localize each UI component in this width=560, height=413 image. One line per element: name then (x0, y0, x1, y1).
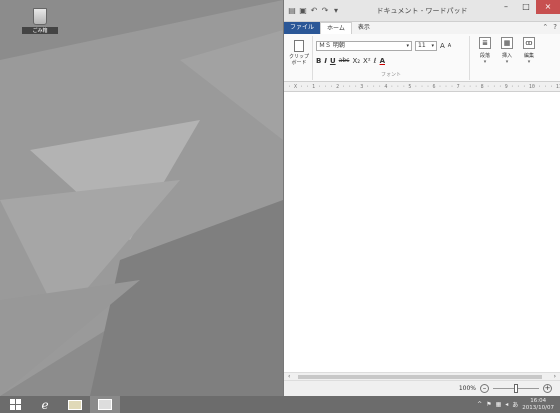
paste-icon (294, 40, 304, 52)
edit-button[interactable]: ꝏ 編集 ▾ (520, 37, 538, 65)
insert-label: 挿入 (501, 53, 512, 59)
ribbon: クリップ ボード ＭＳ 明朝 ▾ 11 ▾ A A B I U abc X₂ X² (284, 34, 560, 82)
wordpad-icon (98, 399, 112, 410)
windows-logo-icon (9, 399, 21, 410)
chevron-down-icon: ▾ (483, 59, 487, 65)
italic-button[interactable]: I (324, 57, 327, 65)
file-explorer-button[interactable] (60, 396, 90, 413)
clipboard-label: クリップ ボード (288, 54, 309, 66)
zoom-slider-knob[interactable] (514, 384, 518, 393)
font-size-select[interactable]: 11 ▾ (415, 40, 437, 51)
ribbon-tabs: ファイル ホーム 表示 ⌃ ? (284, 22, 560, 34)
flag-icon[interactable]: ⚑ (486, 401, 491, 408)
subscript-button[interactable]: X₂ (352, 57, 360, 65)
chevron-down-icon: ▾ (431, 42, 434, 49)
font-name-select[interactable]: ＭＳ 明朝 ▾ (316, 40, 412, 51)
underline-button[interactable]: U (330, 57, 336, 65)
binoculars-icon: ꝏ (523, 37, 535, 49)
maximize-button[interactable]: □ (516, 0, 536, 14)
bold-button[interactable]: B (316, 57, 321, 65)
internet-explorer-icon: e (41, 397, 49, 412)
clock[interactable]: 16:04 2013/10/07 (522, 398, 554, 412)
scroll-thumb[interactable] (298, 375, 542, 379)
edit-label: 編集 (523, 53, 534, 59)
tab-view[interactable]: 表示 (352, 22, 376, 34)
font-group: ＭＳ 明朝 ▾ 11 ▾ A A B I U abc X₂ X² ℓ A フォント (312, 36, 470, 80)
font-color-button[interactable]: A (380, 57, 385, 65)
show-hidden-icons[interactable]: ^ (477, 401, 482, 408)
window-controls: – □ × (496, 0, 560, 14)
status-bar: 100% – + (284, 380, 560, 396)
ribbon-right-groups: ≣ 段落 ▾ ▦ 挿入 ▾ ꝏ 編集 ▾ (470, 37, 538, 65)
shrink-font-button[interactable]: A (448, 43, 451, 49)
highlight-button[interactable]: ℓ (374, 57, 377, 65)
paragraph-icon: ≣ (479, 37, 491, 49)
zoom-control: 100% – + (459, 384, 552, 393)
network-icon[interactable]: ▦ (496, 401, 502, 408)
trash-icon (33, 8, 47, 25)
zoom-slider[interactable] (493, 384, 539, 393)
chevron-down-icon: ▾ (527, 59, 531, 65)
tab-home[interactable]: ホーム (320, 22, 352, 34)
tab-file[interactable]: ファイル (284, 22, 321, 34)
collapse-ribbon-icon[interactable]: ⌃ (542, 23, 548, 31)
folder-icon (68, 399, 82, 410)
recycle-bin-icon[interactable]: ごみ箱 (22, 8, 58, 34)
close-button[interactable]: × (536, 0, 560, 14)
help-icon[interactable]: ? (553, 23, 557, 31)
paragraph-button[interactable]: ≣ 段落 ▾ (476, 37, 494, 65)
zoom-out-button[interactable]: – (480, 384, 489, 393)
zoom-level: 100% (458, 385, 476, 392)
clock-date: 2013/10/07 (522, 404, 554, 411)
clock-time: 16:04 (530, 397, 547, 404)
ruler[interactable]: · X · · 1 · · · 2 · · · 3 · · · 4 · · · … (284, 82, 560, 92)
font-group-label: フォント (380, 72, 401, 78)
chevron-down-icon: ▾ (406, 42, 409, 49)
ime-icon[interactable]: あ (512, 400, 518, 409)
minimize-button[interactable]: – (496, 0, 516, 14)
strikethrough-button[interactable]: abc (339, 57, 350, 64)
paragraph-label: 段落 (479, 53, 490, 59)
wordpad-taskbar-button[interactable] (90, 396, 120, 413)
wordpad-window: ▤ ▣ ↶ ↷ ▾ ドキュメント - ワードパッド – □ × ファイル ホーム… (283, 0, 560, 396)
recycle-bin-label: ごみ箱 (22, 27, 58, 34)
insert-picture-icon: ▦ (501, 37, 513, 49)
zoom-in-button[interactable]: + (543, 384, 552, 393)
volume-icon[interactable]: ◂ (505, 401, 508, 408)
document-area[interactable] (284, 92, 560, 372)
start-button[interactable] (0, 396, 30, 413)
grow-font-button[interactable]: A (440, 42, 445, 50)
taskbar: e ^ ⚑ ▦ ◂ あ 16:04 2013/10/07 (0, 396, 560, 413)
system-tray: ^ ⚑ ▦ ◂ あ 16:04 2013/10/07 (477, 398, 560, 412)
internet-explorer-button[interactable]: e (30, 396, 60, 413)
chevron-down-icon: ▾ (505, 59, 509, 65)
title-bar: ▤ ▣ ↶ ↷ ▾ ドキュメント - ワードパッド – □ × (284, 0, 560, 22)
horizontal-scrollbar[interactable]: ‹ › (284, 372, 560, 380)
superscript-button[interactable]: X² (363, 57, 371, 65)
insert-button[interactable]: ▦ 挿入 ▾ (498, 37, 516, 65)
clipboard-group[interactable]: クリップ ボード (286, 36, 312, 66)
